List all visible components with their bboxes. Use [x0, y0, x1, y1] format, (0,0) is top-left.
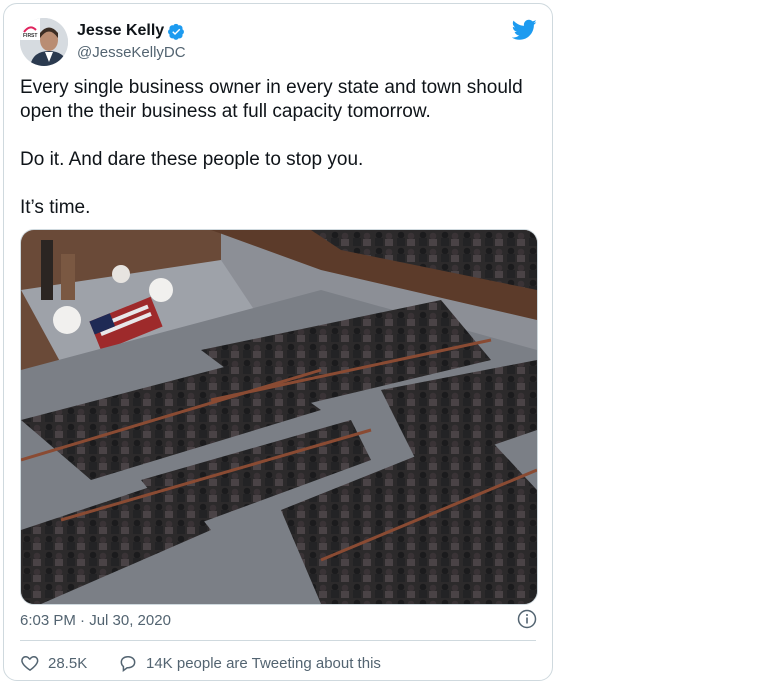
like-count: 28.5K — [48, 654, 88, 672]
tweet-timestamp[interactable]: 6:03 PM · Jul 30, 2020 — [20, 612, 171, 629]
tweet-text: Every single business owner in every sta… — [20, 76, 536, 220]
heart-icon — [21, 655, 39, 671]
author-display-name[interactable]: Jesse Kelly — [77, 22, 164, 40]
tweet-paragraph: Do it. And dare these people to stop you… — [20, 149, 364, 170]
author-handle[interactable]: @JesseKellyDC — [77, 44, 186, 61]
info-icon[interactable] — [517, 609, 537, 629]
tweet-card: FIRST Jesse Kelly @JesseKellyDC Every si… — [3, 3, 553, 681]
tweet-paragraph: It’s time. — [20, 197, 91, 218]
avatar-image: FIRST — [20, 18, 68, 66]
verified-badge-icon — [168, 23, 185, 40]
author-name-row: Jesse Kelly — [77, 22, 185, 40]
twitter-bird-icon[interactable] — [511, 19, 537, 41]
tweeting-about-link[interactable]: 14K people are Tweeting about this — [118, 653, 381, 673]
tweet-paragraph: Every single business owner in every sta… — [20, 77, 523, 122]
tweet-photo[interactable] — [20, 229, 538, 605]
like-button[interactable]: 28.5K — [20, 653, 87, 673]
avatar-logo-text: FIRST — [23, 33, 37, 39]
avatar[interactable]: FIRST — [20, 18, 68, 66]
stats-divider — [20, 640, 536, 641]
speech-bubble-icon — [120, 656, 136, 672]
photo-church-ceremony — [21, 230, 537, 604]
tweeting-about-text: 14K people are Tweeting about this — [146, 654, 381, 672]
